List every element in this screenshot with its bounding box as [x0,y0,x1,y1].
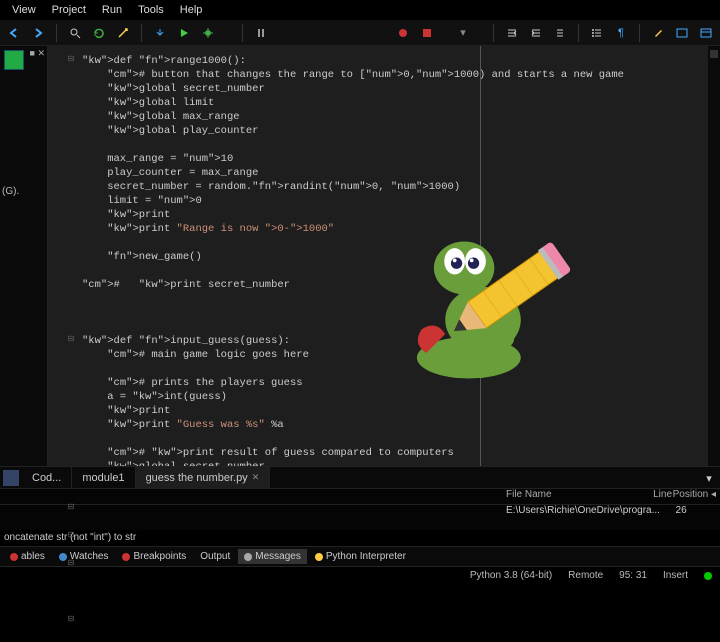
doclist-row[interactable]: E:\Users\Richie\OneDrive\progra... 26 [0,505,720,521]
debug-icon[interactable] [200,25,216,41]
left-panel: ■ ✕ (G). [0,46,48,466]
status-cursor: 95: 31 [619,570,647,581]
status-python: Python 3.8 (64-bit) [470,570,552,581]
wand-icon[interactable] [115,25,131,41]
menubar: View Project Run Tools Help [0,0,720,20]
col-position[interactable]: Position ◂ [672,489,720,504]
status-remote: Remote [568,570,603,581]
btab-watches[interactable]: Watches [53,549,115,564]
fold-gutter[interactable]: ⊟⊟⊟⊟⊟⊟ [66,54,76,642]
status-insert: Insert [663,570,688,581]
brush-icon[interactable] [650,25,666,41]
col-line[interactable]: Line [632,489,672,504]
btab-python[interactable]: Python Interpreter [309,549,412,564]
tab-close-icon[interactable]: ✕ [252,472,260,483]
btab-output[interactable]: Output [194,549,236,564]
btab-variables[interactable]: ables [4,549,51,564]
menu-project[interactable]: Project [44,2,94,18]
gutter-label: (G). [2,186,19,197]
tab-module1[interactable]: module1 [72,467,135,488]
menu-tools[interactable]: Tools [130,2,172,18]
error-message: oncatenate str (not "int") to str [0,530,720,546]
panel-close-icon[interactable]: ■ ✕ [30,48,45,59]
statusbar: Python 3.8 (64-bit) Remote 95: 31 Insert [0,566,720,584]
comment-icon[interactable] [552,25,568,41]
file-thumb[interactable] [4,50,24,70]
toolbar: ▾ ¶ [0,20,720,46]
step-in-icon[interactable] [152,25,168,41]
menu-help[interactable]: Help [172,2,211,18]
menu-run[interactable]: Run [94,2,130,18]
list-icon[interactable] [589,25,605,41]
refresh-icon[interactable] [91,25,107,41]
tab-overflow-icon[interactable]: ▾ [701,470,717,486]
run-icon[interactable] [176,25,192,41]
paragraph-icon[interactable]: ¶ [613,25,629,41]
bottom-tabs: ables Watches Breakpoints Output Message… [0,546,720,566]
menu-view[interactable]: View [4,2,44,18]
forward-icon[interactable] [30,25,46,41]
back-icon[interactable] [6,25,22,41]
record-icon[interactable] [395,25,411,41]
pause-icon[interactable] [253,25,269,41]
window1-icon[interactable] [674,25,690,41]
indent-right-icon[interactable] [528,25,544,41]
workspace: ■ ✕ (G). ⊟⊟⊟⊟⊟⊟ "kw">def "fn">range1000(… [0,46,720,466]
window2-icon[interactable] [698,25,714,41]
col-filename[interactable]: File Name [0,489,632,504]
status-indicator-icon [704,572,712,580]
tab-corner-icon[interactable] [3,470,19,486]
editor-tabbar: Cod... module1 guess the number.py ✕ ▾ [0,466,720,488]
btab-messages[interactable]: Messages [238,549,307,564]
scrollbar-vertical[interactable] [708,46,720,466]
btab-breakpoints[interactable]: Breakpoints [116,549,192,564]
indent-left-icon[interactable] [504,25,520,41]
document-list: File Name Line Position ◂ E:\Users\Richi… [0,488,720,530]
stop-icon[interactable] [419,25,435,41]
code-editor[interactable]: ⊟⊟⊟⊟⊟⊟ "kw">def "fn">range1000(): "cm">#… [48,46,720,466]
search-icon[interactable] [67,25,83,41]
dropdown-icon[interactable]: ▾ [443,25,483,41]
tab-guess-number[interactable]: guess the number.py ✕ [136,467,271,488]
tab-cod[interactable]: Cod... [22,467,72,488]
